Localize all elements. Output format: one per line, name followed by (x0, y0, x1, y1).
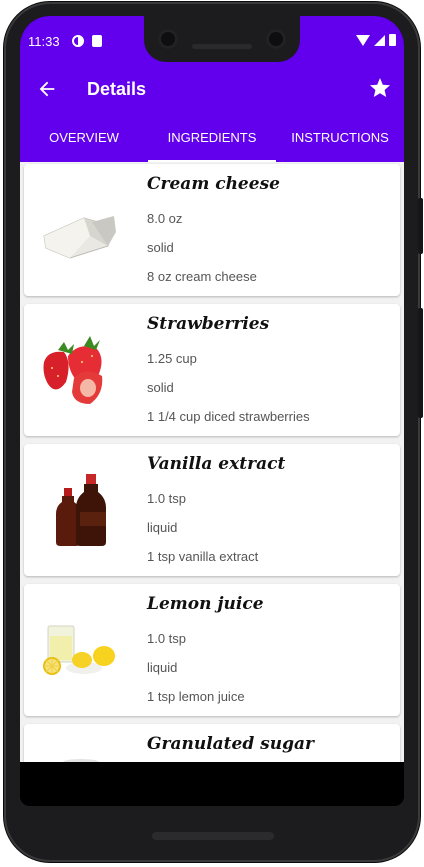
ingredient-card[interactable]: Lemon juice 1.0 tsp liquid 1 tsp lemon j… (24, 584, 400, 716)
sd-card-icon (92, 35, 102, 47)
battery-icon (389, 34, 396, 46)
strawberries-image (43, 336, 103, 404)
ingredient-description: 1 1/4 cup diced strawberries (147, 409, 310, 424)
screen: 11:33 Details OVERVIEW INGREDIENTS INSTR… (20, 16, 404, 806)
ingredient-card[interactable]: Strawberries 1.25 cup solid 1 1/4 cup di… (24, 304, 400, 436)
ingredient-card[interactable]: Cream cheese 8.0 oz solid 8 oz cream che… (24, 164, 400, 296)
favorite-star-icon[interactable] (368, 76, 392, 100)
camera-notch (144, 16, 300, 62)
app-bar: Details (20, 62, 404, 116)
volume-rocker (418, 308, 423, 418)
back-arrow-icon[interactable] (36, 78, 58, 100)
navigation-area (20, 762, 404, 806)
ingredient-amount: 8.0 oz (147, 211, 183, 226)
tab-overview[interactable]: OVERVIEW (20, 116, 148, 162)
sugar-image (63, 759, 99, 762)
ingredient-state: liquid (147, 660, 178, 675)
ingredient-name: Lemon juice (147, 594, 264, 614)
ingredient-state: solid (147, 380, 174, 395)
front-camera (158, 29, 178, 49)
status-time: 11:33 (28, 34, 60, 49)
ingredient-state: solid (147, 240, 174, 255)
front-sensor (266, 29, 286, 49)
lemon-juice-image (43, 625, 115, 675)
ingredient-name: Strawberries (147, 314, 270, 334)
tab-bar: OVERVIEW INGREDIENTS INSTRUCTIONS (20, 116, 404, 162)
vanilla-extract-image (56, 474, 106, 546)
ingredient-description: 1 tsp lemon juice (147, 689, 245, 704)
ingredient-amount: 1.0 tsp (147, 491, 187, 506)
ingredient-name: Granulated sugar (147, 734, 314, 754)
earpiece-speaker (192, 44, 252, 49)
ingredient-amount: 1.0 tsp (147, 631, 187, 646)
data-saver-icon (72, 35, 84, 47)
ingredient-name: Vanilla extract (147, 454, 286, 474)
page-title: Details (87, 79, 147, 99)
wifi-icon (356, 34, 370, 46)
ingredients-list[interactable]: Cream cheese 8.0 oz solid 8 oz cream che… (20, 162, 404, 762)
ingredient-amount: 1.25 cup (147, 351, 197, 366)
bottom-speaker (152, 832, 274, 840)
power-button (418, 198, 423, 254)
ingredient-state: liquid (147, 520, 178, 535)
ingredient-card[interactable]: Vanilla extract 1.0 tsp liquid 1 tsp van… (24, 444, 400, 576)
tab-instructions[interactable]: INSTRUCTIONS (276, 116, 404, 162)
tab-ingredients[interactable]: INGREDIENTS (148, 116, 276, 162)
ingredient-card[interactable]: Granulated sugar (24, 724, 400, 762)
ingredient-description: 1 tsp vanilla extract (147, 549, 259, 564)
cream-cheese-image (43, 216, 116, 259)
ingredient-description: 8 oz cream cheese (147, 269, 257, 284)
signal-icon (374, 34, 385, 46)
ingredient-name: Cream cheese (147, 174, 280, 194)
